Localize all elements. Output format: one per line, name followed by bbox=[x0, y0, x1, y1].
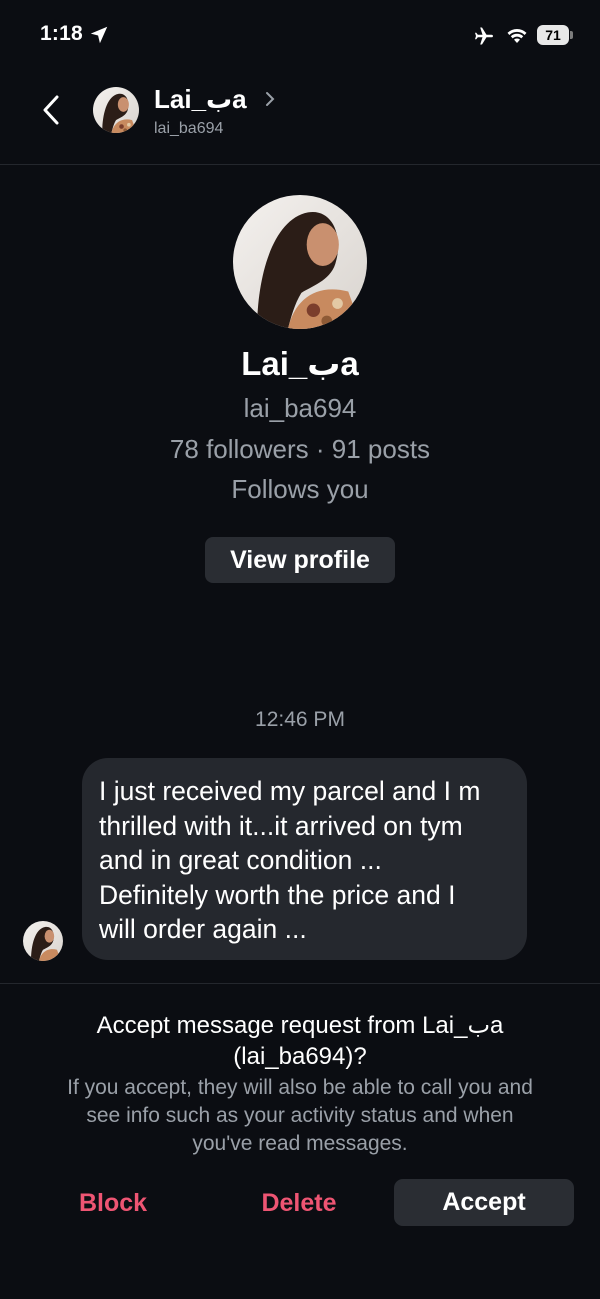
header-divider bbox=[0, 164, 600, 165]
message-bubble[interactable]: I just received my parcel and I m thrill… bbox=[82, 758, 527, 960]
profile-avatar[interactable] bbox=[233, 195, 367, 329]
message-line: and in great condition ... bbox=[99, 845, 382, 875]
avatar[interactable] bbox=[93, 87, 139, 133]
request-title-line: (lai_ba694)? bbox=[233, 1043, 367, 1070]
request-body-line: see info such as your activity status an… bbox=[86, 1104, 514, 1127]
request-title-line: Accept message request from Lai_بa bbox=[96, 1012, 504, 1039]
profile-username: lai_ba694 bbox=[243, 393, 357, 423]
follows-you-label: Follows you bbox=[231, 474, 369, 504]
delete-button[interactable]: Delete bbox=[238, 1180, 360, 1226]
battery-icon: 71 bbox=[537, 25, 569, 45]
block-button[interactable]: Block bbox=[52, 1180, 174, 1226]
status-time: 1:18 bbox=[40, 22, 83, 45]
airplane-icon bbox=[475, 27, 493, 45]
request-body-line: If you accept, they will also be able to… bbox=[67, 1076, 533, 1099]
message-line: I just received my parcel and I m bbox=[99, 776, 481, 806]
message-line: will order again ... bbox=[99, 914, 307, 944]
profile-name: Lai_بa bbox=[241, 345, 359, 382]
accept-button[interactable]: Accept bbox=[394, 1179, 574, 1226]
header-name[interactable]: Lai_بa bbox=[154, 84, 247, 115]
battery-tip bbox=[570, 31, 573, 39]
request-body-line: you've read messages. bbox=[192, 1132, 408, 1155]
request-description: If you accept, they will also be able to… bbox=[0, 1074, 600, 1158]
back-chevron-icon[interactable] bbox=[38, 92, 64, 128]
view-profile-button[interactable]: View profile bbox=[205, 537, 395, 583]
request-title: Accept message request from Lai_بa (lai_… bbox=[0, 1010, 600, 1072]
sender-avatar[interactable] bbox=[23, 921, 63, 961]
location-arrow-icon bbox=[90, 26, 108, 44]
profile-stats: 78 followers · 91 posts bbox=[169, 434, 431, 464]
wifi-icon bbox=[507, 28, 527, 43]
message-timestamp: 12:46 PM bbox=[255, 708, 345, 731]
message-line: thrilled with it...it arrived on tym bbox=[99, 810, 463, 841]
header-username: lai_ba694 bbox=[154, 120, 224, 137]
message-line: Definitely worth the price and I bbox=[99, 879, 456, 910]
request-divider bbox=[0, 983, 600, 984]
chevron-right-icon[interactable] bbox=[264, 90, 276, 108]
